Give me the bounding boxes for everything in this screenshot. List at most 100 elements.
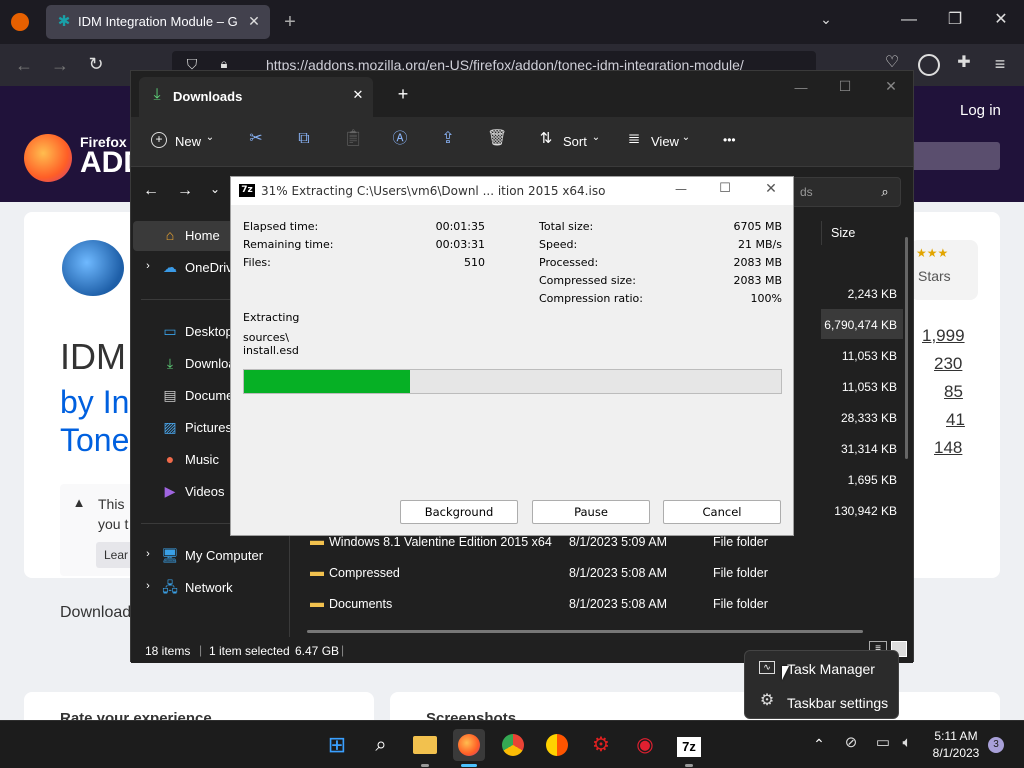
display-icon[interactable]: ▭ (874, 735, 892, 750)
current-path: sources\ (243, 331, 289, 344)
brave-icon[interactable] (541, 729, 573, 761)
amo-search-box[interactable] (910, 142, 1000, 170)
search-box[interactable]: ds ⌕ (791, 177, 901, 207)
rating-4[interactable]: 230 (934, 354, 962, 374)
cut-icon[interactable]: ✂ (247, 131, 265, 147)
tab-close-icon[interactable]: ✕ (351, 88, 365, 101)
paste-icon[interactable]: 📋︎ (343, 131, 363, 147)
new-tab-icon[interactable]: + (395, 85, 411, 103)
forward-icon[interactable]: → (50, 56, 70, 74)
size-cell: 6,790,474 KB (824, 318, 897, 332)
reload-icon[interactable]: ↻ (86, 55, 106, 73)
minimize-icon[interactable]: — (793, 81, 809, 94)
network-status-icon[interactable]: ⊘ (842, 735, 860, 750)
new-button[interactable]: New (175, 134, 201, 149)
file-row[interactable]: ▬ Compressed 8/1/2023 5:08 AM File folde… (301, 558, 901, 588)
sidebar-item-my-computer[interactable]: 🖥︎ My Computer (141, 541, 289, 571)
pocket-icon[interactable]: ♡ (882, 55, 902, 71)
lock-icon[interactable]: 🔒︎ (216, 57, 232, 70)
files-value: 510 (464, 256, 485, 269)
cancel-button[interactable]: Cancel (663, 500, 781, 524)
app-menu-icon[interactable]: ≡ (990, 55, 1010, 73)
7zip-label: 7z (677, 737, 701, 757)
file-row[interactable]: ▬ Documents 8/1/2023 5:08 AM File folder (301, 589, 901, 619)
restore-icon[interactable]: ❐ (946, 12, 964, 28)
delete-icon[interactable]: 🗑︎ (487, 131, 507, 147)
firefox-logo-icon (24, 134, 72, 182)
column-size-header[interactable]: Size (831, 226, 855, 240)
view-button[interactable]: View (651, 134, 679, 149)
remaining-value: 00:03:31 (435, 238, 485, 251)
tab-close-icon[interactable]: ✕ (246, 14, 262, 28)
menu-item-taskbar-settings[interactable]: ⚙ Taskbar settings (749, 688, 894, 716)
new-chevron-icon: ⌄ (205, 132, 215, 143)
close-window-icon[interactable]: ✕ (992, 12, 1010, 28)
chrome-icon[interactable] (497, 729, 529, 761)
speed-value: 21 MB/s (738, 238, 782, 251)
background-button[interactable]: Background (400, 500, 518, 524)
firefox-icon[interactable] (453, 729, 485, 761)
start-windows-icon[interactable]: ⊞ (321, 729, 353, 761)
notification-badge[interactable]: 3 (988, 737, 1004, 753)
menu-item-label: Taskbar settings (787, 695, 889, 711)
share-icon[interactable]: ⇪ (439, 131, 457, 147)
back-icon[interactable]: ← (143, 183, 159, 199)
maximize-icon[interactable]: ☐ (717, 182, 733, 195)
7zip-taskbar-icon[interactable]: 7z (673, 729, 705, 761)
clock-date[interactable]: 8/1/2023 (928, 746, 984, 760)
rename-icon[interactable]: Ⓐ (391, 131, 409, 146)
show-hidden-icons-chevron-icon[interactable]: ⌃ (812, 737, 826, 751)
rating-1[interactable]: 148 (934, 438, 962, 458)
menu-item-task-manager[interactable]: ∿ Task Manager (749, 655, 894, 683)
account-icon[interactable] (918, 54, 940, 76)
processed-label: Processed: (539, 256, 599, 269)
stars-card: ★★★ Stars (910, 240, 978, 300)
processed-value: 2083 MB (733, 256, 782, 269)
selected-size: 6.47 GB (295, 644, 340, 658)
shield-icon[interactable]: ⛉ (184, 57, 200, 71)
pause-button[interactable]: Pause (532, 500, 650, 524)
sort-icon[interactable]: ⇅ (537, 131, 555, 146)
volume-icon[interactable]: 🔈︎ (898, 735, 916, 750)
back-icon[interactable]: ← (14, 56, 34, 74)
close-icon[interactable]: ✕ (763, 182, 779, 196)
sort-button[interactable]: Sort (563, 134, 587, 149)
browser-tab-bar: ✱ IDM Integration Module – Get this Exte… (0, 0, 1024, 44)
new-tab-icon[interactable]: + (280, 12, 300, 32)
addon-title-3: Tone (60, 422, 130, 458)
file-explorer-icon[interactable] (409, 729, 441, 761)
search-icon[interactable]: ⌕ (365, 729, 397, 761)
vertical-scrollbar[interactable] (905, 237, 908, 459)
list-tabs-chevron-icon[interactable]: ⌄ (816, 12, 836, 26)
size-cell: 28,333 KB (840, 411, 897, 425)
7zip-running-indicator (685, 764, 693, 767)
horizontal-scrollbar[interactable] (307, 630, 863, 633)
recorder-icon[interactable]: ◉ (629, 729, 661, 761)
explorer-tab[interactable]: ⤓ Downloads ✕ (139, 77, 373, 117)
rating-5[interactable]: 1,999 (922, 326, 965, 346)
close-icon[interactable]: ✕ (883, 79, 899, 93)
sidebar-item-network[interactable]: 🖧︎ Network (141, 573, 289, 603)
pictures-icon: ▨ (163, 419, 177, 435)
rating-2[interactable]: 41 (946, 410, 965, 430)
sort-chevron-icon: ⌄ (591, 132, 601, 143)
new-plus-icon[interactable]: + (151, 132, 167, 148)
browser-tab-active[interactable]: ✱ IDM Integration Module – Get this Exte… (46, 5, 270, 39)
rating-3[interactable]: 85 (944, 382, 963, 402)
stars-glyphs: ★★★ (916, 246, 949, 260)
minimize-icon[interactable]: — (900, 12, 918, 28)
maximize-icon[interactable]: ☐ (837, 79, 853, 93)
minimize-icon[interactable]: — (673, 183, 689, 195)
more-button[interactable]: ••• (723, 133, 736, 147)
extensions-icon[interactable]: ✚ (954, 55, 974, 71)
forward-icon[interactable]: → (177, 183, 193, 199)
desktop-icon: ▭ (163, 323, 177, 339)
security-app-icon[interactable]: ⚙ (585, 729, 617, 761)
recent-chevron-icon[interactable]: ⌄ (209, 183, 221, 195)
clock-time[interactable]: 5:11 AM (930, 729, 982, 743)
login-link[interactable]: Log in (960, 102, 1001, 119)
copy-icon[interactable]: ⧉ (295, 131, 313, 147)
compressed-size-value: 2083 MB (733, 274, 782, 287)
view-icon[interactable]: ≣ (625, 131, 643, 146)
firefox-view-icon[interactable] (11, 13, 29, 31)
